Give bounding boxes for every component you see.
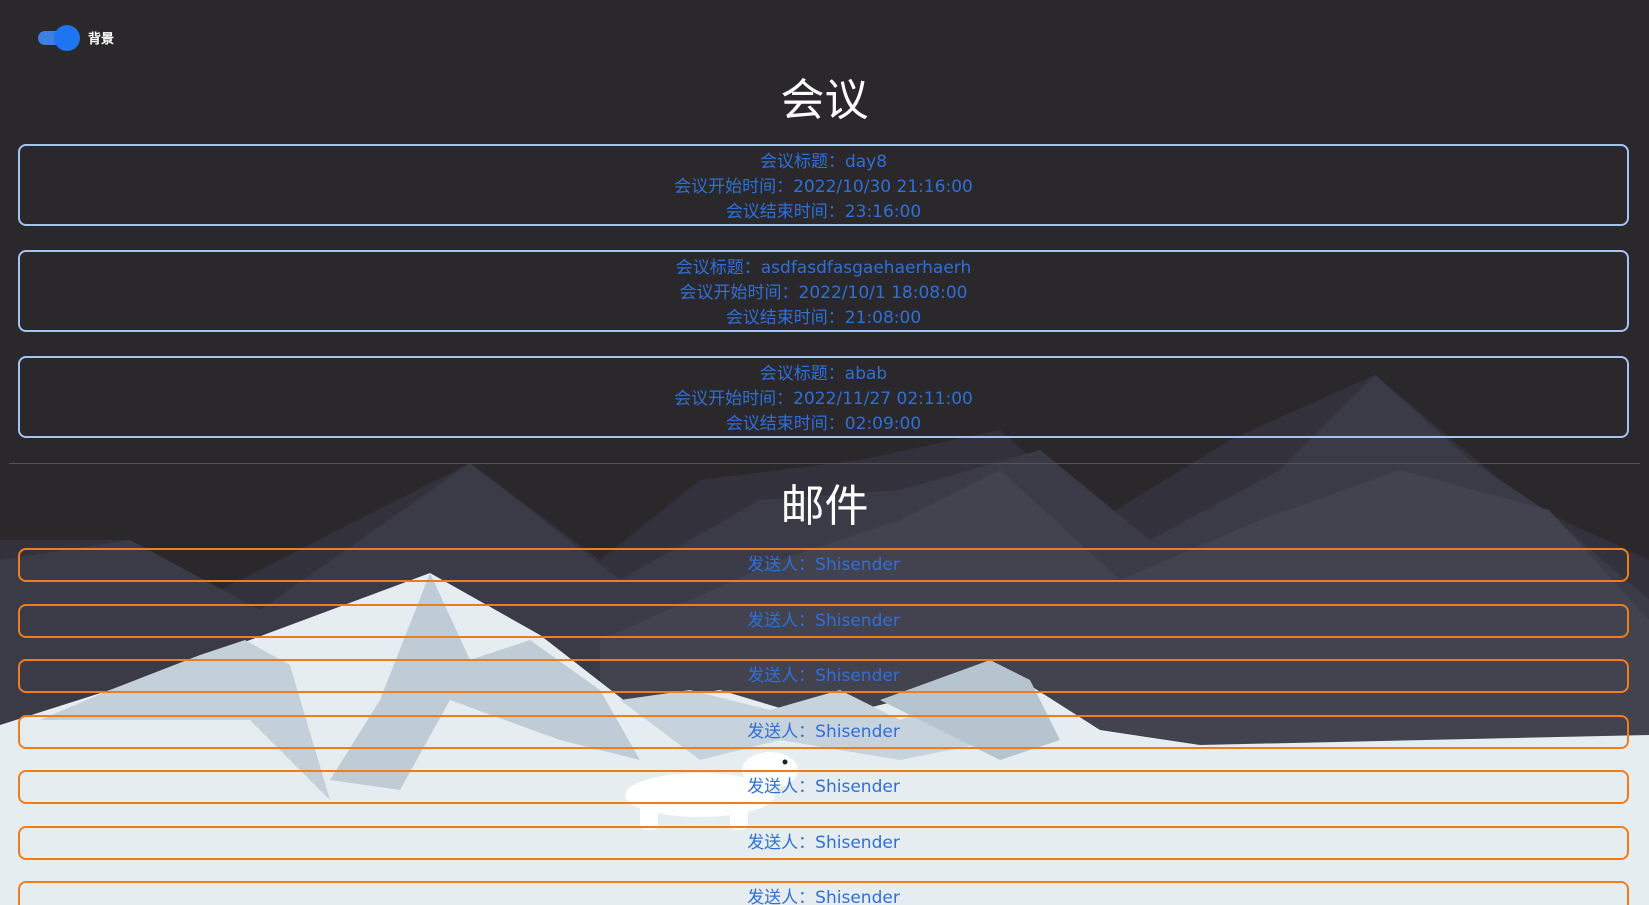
mail-card[interactable]: 发送人：Shisender	[18, 548, 1629, 582]
background-toggle[interactable]: 背景	[38, 24, 115, 51]
meeting-card[interactable]: 会议标题：day8 会议开始时间：2022/10/30 21:16:00 会议结…	[18, 144, 1629, 226]
meeting-title: 会议标题：asdfasdfasgaehaerhaerh	[675, 258, 972, 278]
mail-card[interactable]: 发送人：Shisender	[18, 770, 1629, 804]
meeting-card[interactable]: 会议标题：abab 会议开始时间：2022/11/27 02:11:00 会议结…	[18, 356, 1629, 438]
meeting-start-time: 会议开始时间：2022/10/1 18:08:00	[679, 283, 968, 303]
mail-card[interactable]: 发送人：Shisender	[18, 659, 1629, 693]
mail-sender: 发送人：Shisender	[747, 555, 900, 575]
meeting-end-time: 会议结束时间：02:09:00	[725, 414, 922, 434]
meeting-start-time: 会议开始时间：2022/10/30 21:16:00	[674, 177, 973, 197]
mail-sender: 发送人：Shisender	[747, 666, 900, 686]
mails-heading: 邮件	[780, 481, 869, 532]
mail-sender: 发送人：Shisender	[747, 833, 900, 853]
toggle-knob[interactable]	[54, 24, 80, 51]
mail-sender: 发送人：Shisender	[747, 722, 900, 742]
meeting-end-time: 会议结束时间：21:08:00	[725, 308, 922, 328]
section-divider	[9, 463, 1640, 464]
mail-sender: 发送人：Shisender	[747, 777, 900, 797]
meeting-title: 会议标题：abab	[759, 364, 888, 384]
mail-card[interactable]: 发送人：Shisender	[18, 826, 1629, 860]
mail-sender: 发送人：Shisender	[747, 611, 900, 631]
meeting-title: 会议标题：day8	[759, 152, 888, 172]
meetings-heading: 会议	[780, 75, 869, 126]
mail-sender: 发送人：Shisender	[747, 888, 900, 905]
mail-card[interactable]: 发送人：Shisender	[18, 604, 1629, 638]
meeting-card[interactable]: 会议标题：asdfasdfasgaehaerhaerh 会议开始时间：2022/…	[18, 250, 1629, 332]
page-content: 背景 会议 会议标题：day8 会议开始时间：2022/10/30 21:16:…	[0, 0, 1649, 905]
mail-card[interactable]: 发送人：Shisender	[18, 715, 1629, 749]
meeting-end-time: 会议结束时间：23:16:00	[725, 202, 922, 222]
mail-card[interactable]: 发送人：Shisender	[18, 881, 1629, 905]
meeting-start-time: 会议开始时间：2022/11/27 02:11:00	[674, 389, 973, 409]
toggle-label: 背景	[88, 32, 115, 47]
toggle-switch[interactable]	[38, 24, 80, 51]
